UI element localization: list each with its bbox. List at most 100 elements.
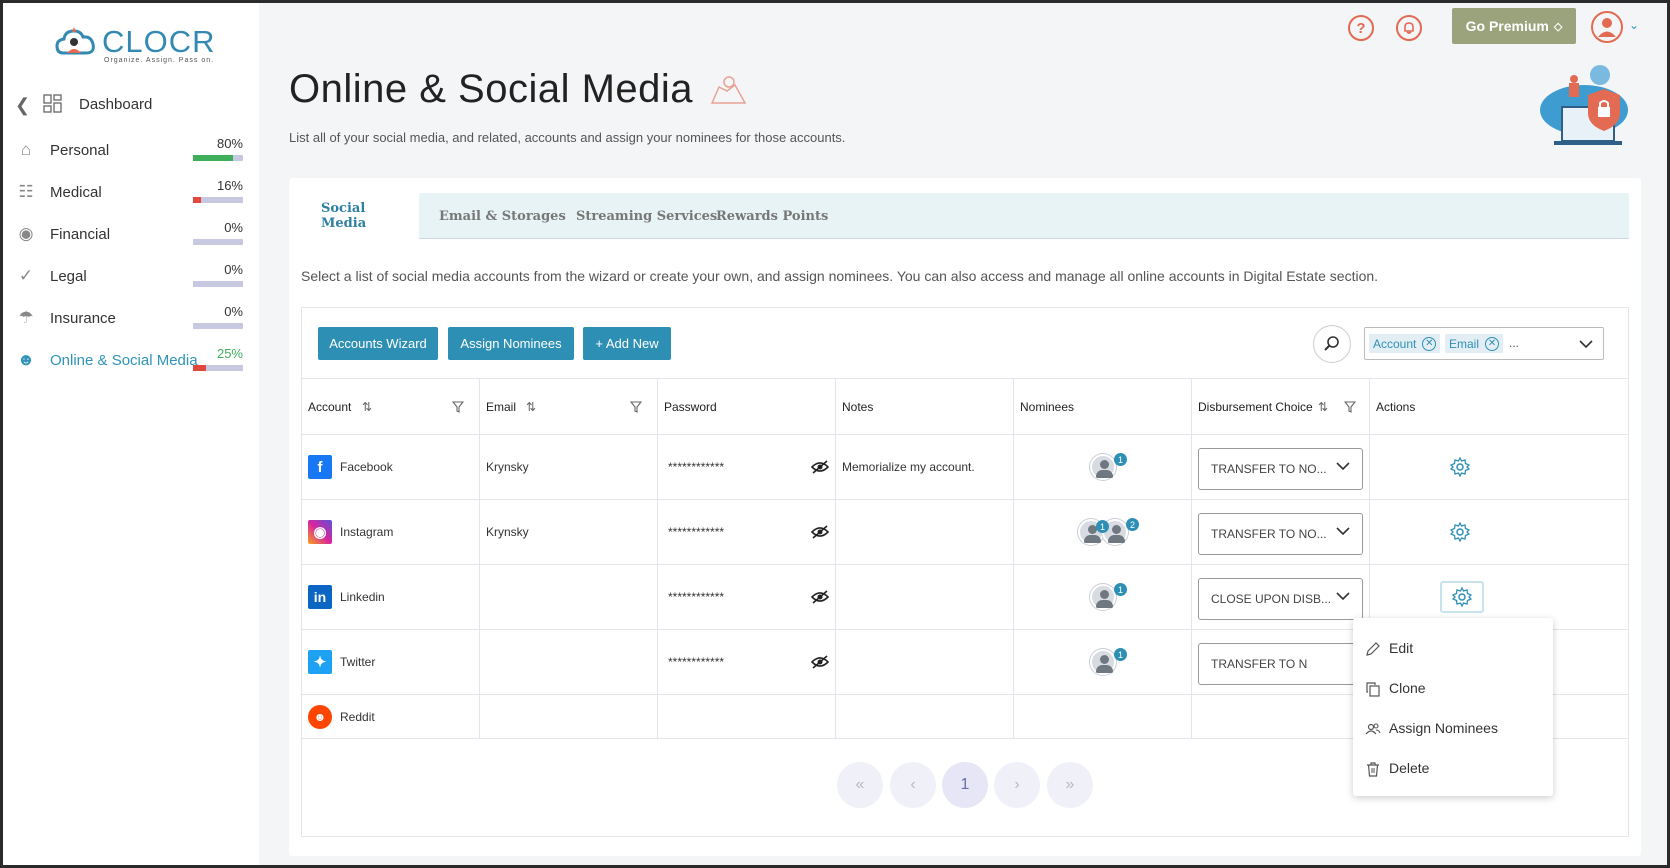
progress-percent: 16% (216, 178, 243, 193)
last-page-button[interactable]: » (1047, 762, 1093, 808)
go-premium-label: Go Premium (1465, 18, 1549, 34)
gear-icon[interactable] (1450, 522, 1470, 542)
nominee-count-badge: 2 (1126, 518, 1139, 531)
table-row[interactable]: ◉ Instagram Krynsky ************ 1 2 TRA… (302, 499, 1628, 564)
gear-icon[interactable] (1450, 457, 1470, 477)
bell-icon[interactable] (1396, 15, 1422, 41)
filter-icon[interactable] (1344, 400, 1356, 413)
accounts-wizard-button[interactable]: Accounts Wizard (318, 327, 438, 360)
chevron-down-icon (1336, 592, 1350, 601)
add-new-button[interactable]: + Add New (583, 327, 671, 360)
disbursement-select[interactable]: TRANSFER TO N (1198, 643, 1363, 685)
column-header-account[interactable]: Account ⇅ (302, 379, 480, 434)
sort-icon[interactable]: ⇅ (362, 400, 372, 414)
filter-icon[interactable] (452, 400, 464, 413)
disbursement-select[interactable]: TRANSFER TO NO... (1198, 513, 1363, 555)
chevron-down-icon (1579, 340, 1593, 349)
sidebar-item-online-social-media[interactable]: ☻ Online & Social Media 25% (3, 340, 259, 380)
email-cell (480, 565, 658, 629)
help-icon[interactable]: ? (1348, 15, 1374, 41)
menu-item-edit[interactable]: Edit (1353, 628, 1553, 668)
diamond-icon: ◇ (1553, 20, 1563, 33)
password-cell (658, 695, 836, 738)
tab-rewards-points[interactable]: Rewards Points (696, 193, 848, 239)
sidebar-item-insurance[interactable]: ☂ Insurance 0% (3, 298, 259, 338)
logo[interactable]: CLOCR Organize. Assign. Pass on. (55, 21, 215, 67)
sidebar-item-legal[interactable]: ✓ Legal 0% (3, 256, 259, 296)
column-header-disbursement[interactable]: Disbursement Choice ⇅ (1192, 379, 1370, 434)
close-icon[interactable]: ✕ (1485, 336, 1500, 351)
nominees-cell[interactable]: 1 (1014, 565, 1192, 629)
column-header-email[interactable]: Email ⇅ (480, 379, 658, 434)
account-name: Twitter (340, 655, 376, 669)
first-page-button[interactable]: « (837, 762, 883, 808)
header-label: Actions (1376, 399, 1416, 414)
notes-cell: Memorialize my account. (836, 435, 1014, 499)
notes-cell (836, 695, 1014, 738)
sidebar-item-dashboard[interactable]: Dashboard (79, 96, 152, 113)
sidebar-item-medical[interactable]: ☷ Medical 16% (3, 172, 259, 212)
umbrella-icon: ☂ (18, 308, 34, 327)
email-cell (480, 630, 658, 694)
nominees-cell[interactable]: 1 2 (1014, 500, 1192, 564)
sidebar-item-label: Medical (50, 183, 102, 201)
account-cell: f Facebook (302, 435, 480, 499)
eye-off-icon[interactable] (811, 525, 829, 539)
instagram-icon: ◉ (308, 520, 332, 544)
go-premium-button[interactable]: Go Premium ◇ (1452, 8, 1576, 44)
column-header-notes: Notes (836, 379, 1014, 434)
sort-icon[interactable]: ⇅ (1318, 400, 1328, 414)
password-value: ************ (668, 655, 725, 669)
search-button[interactable] (1313, 325, 1351, 363)
disbursement-value: TRANSFER TO NO... (1211, 462, 1327, 476)
disbursement-select[interactable]: TRANSFER TO NO... (1198, 448, 1363, 490)
nominees-cell[interactable]: 1 (1014, 435, 1192, 499)
users-icon (1365, 723, 1381, 735)
filter-icon[interactable] (630, 400, 642, 413)
sidebar-item-financial[interactable]: ◉ Financial 0% (3, 214, 259, 254)
chip-account[interactable]: Account ✕ (1369, 334, 1441, 353)
menu-item-assign-nominees[interactable]: Assign Nominees (1353, 708, 1553, 748)
nominee-avatar-icon (1090, 584, 1116, 610)
page-title: Online & Social Media (289, 67, 749, 112)
eye-off-icon[interactable] (811, 655, 829, 669)
disbursement-select[interactable]: CLOSE UPON DISB... (1198, 578, 1363, 620)
email-value: Krynsky (486, 525, 529, 539)
eye-off-icon[interactable] (811, 460, 829, 474)
sidebar-item-label: Insurance (50, 309, 116, 327)
nominee-count-badge: 1 (1114, 583, 1127, 596)
chevron-down-icon[interactable]: ⌄ (1629, 18, 1639, 32)
eye-off-icon[interactable] (811, 590, 829, 604)
chips-more: ... (1509, 336, 1520, 350)
nominees-cell[interactable]: 1 (1014, 630, 1192, 694)
chip-email[interactable]: Email ✕ (1445, 334, 1504, 353)
tab-social-media[interactable]: Social Media (301, 193, 419, 239)
header-label: Account (308, 399, 352, 414)
progress-bar (193, 197, 243, 203)
disbursement-cell: CLOSE UPON DISB... (1192, 565, 1370, 629)
sidebar-item-personal[interactable]: ⌂ Personal 80% (3, 130, 259, 170)
assign-nominees-button[interactable]: Assign Nominees (448, 327, 574, 360)
account-cell: ◉ Instagram (302, 500, 480, 564)
close-icon[interactable]: ✕ (1422, 336, 1437, 351)
gear-icon[interactable] (1452, 587, 1472, 607)
sidebar-item-label: Personal (50, 141, 110, 159)
next-page-button[interactable]: › (994, 762, 1040, 808)
email-cell (480, 695, 658, 738)
map-icon (710, 76, 746, 105)
sort-icon[interactable]: ⇅ (526, 400, 536, 414)
chevron-left-icon[interactable]: ❮ (15, 95, 30, 116)
gear-button-active[interactable] (1440, 581, 1484, 613)
user-avatar[interactable] (1591, 11, 1623, 43)
progress-bar (193, 239, 243, 245)
progress-bar (193, 365, 243, 371)
column-select-dropdown[interactable]: Account ✕ Email ✕ ... (1364, 327, 1604, 360)
prev-page-button[interactable]: ‹ (890, 762, 936, 808)
menu-item-label: Assign Nominees (1389, 720, 1498, 736)
nominee-index-badge: 1 (1096, 520, 1109, 533)
nominee-count-badge: 1 (1114, 648, 1127, 661)
menu-item-clone[interactable]: Clone (1353, 668, 1553, 708)
menu-item-delete[interactable]: Delete (1353, 748, 1553, 788)
table-row[interactable]: f Facebook Krynsky ************ Memorial… (302, 434, 1628, 499)
page-number-button[interactable]: 1 (942, 762, 988, 808)
